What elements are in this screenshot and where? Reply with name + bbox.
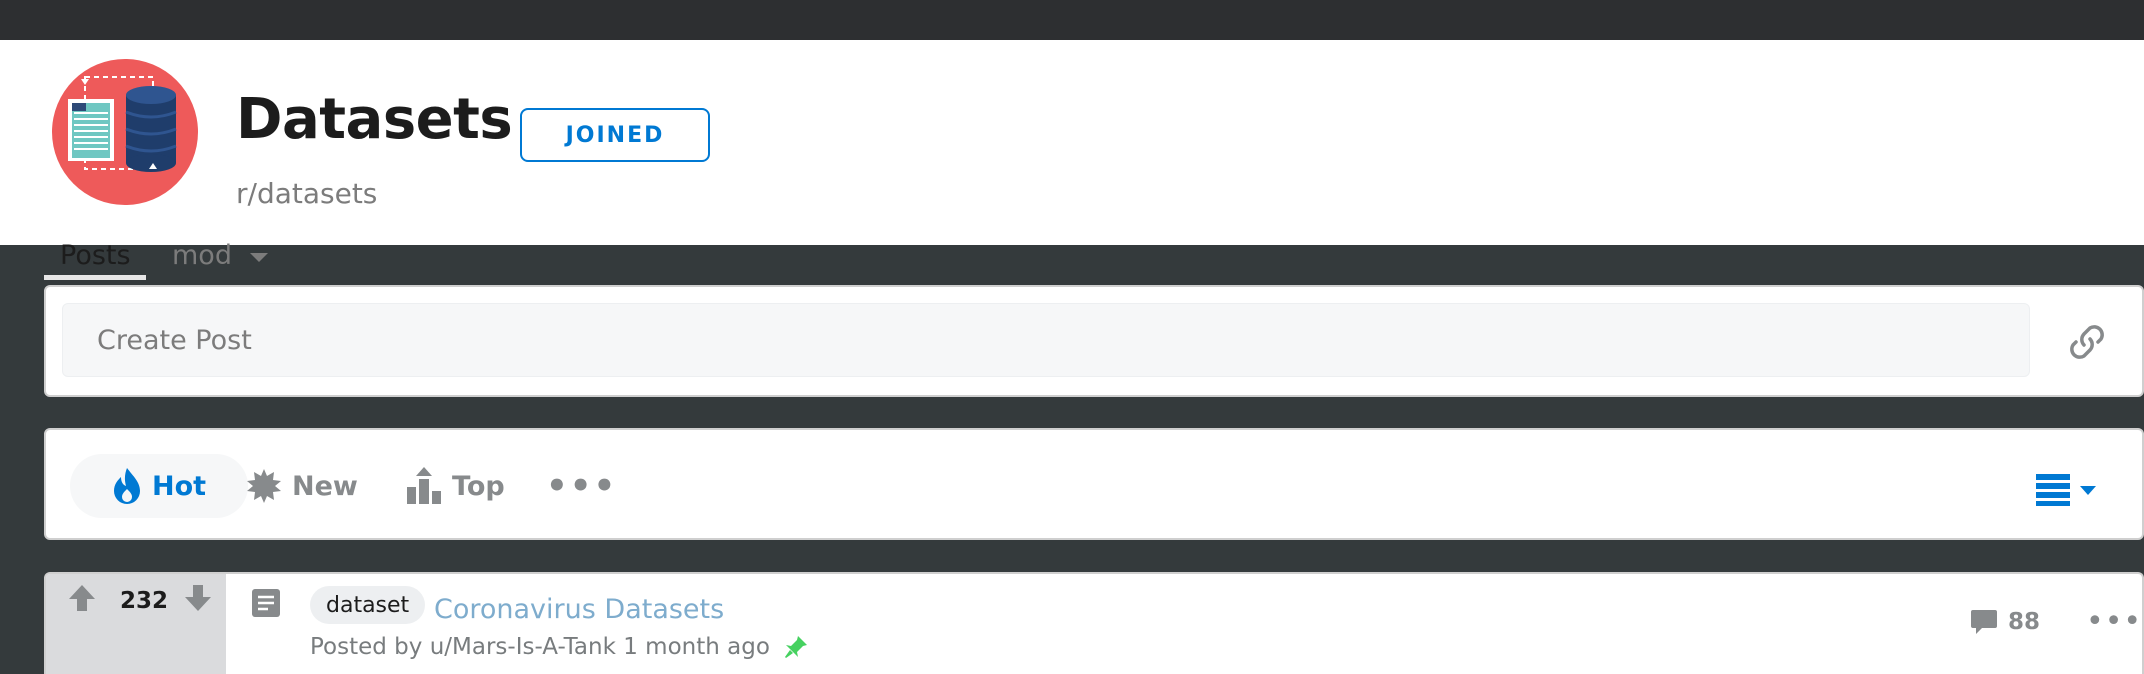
database-document-logo (68, 76, 177, 172)
sort-new-label: New (292, 470, 358, 502)
subreddit-header: Datasets JOINED r/datasets Posts mod (0, 40, 2144, 280)
top-chart-icon (407, 467, 441, 504)
downvote-icon[interactable] (184, 584, 212, 612)
post-meta-text: Posted by u/Mars-Is-A-Tank 1 month ago (310, 634, 770, 660)
create-post-card: Create Post (44, 285, 2144, 397)
comment-count: 88 (2008, 609, 2041, 635)
post-more-button[interactable]: ••• (2086, 604, 2142, 639)
post-card[interactable]: 232 dataset Coronavirus Datasets Posted … (44, 572, 2144, 674)
sort-hot-label: Hot (151, 470, 207, 502)
flame-icon (113, 468, 140, 504)
post-meta: Posted by u/Mars-Is-A-Tank 1 month ago (310, 634, 808, 660)
subreddit-title: Datasets (236, 87, 513, 152)
burst-icon (247, 469, 281, 503)
sort-top-label: Top (452, 470, 505, 502)
comment-icon (1971, 610, 1997, 634)
top-banner (0, 0, 2144, 40)
joined-button[interactable]: JOINED (520, 108, 710, 162)
upvote-icon[interactable] (68, 584, 96, 612)
text-post-icon (252, 589, 280, 617)
post-flair[interactable]: dataset (310, 586, 426, 624)
sort-new-button[interactable]: New (236, 454, 358, 518)
sort-more-button[interactable]: ••• (546, 454, 617, 532)
create-post-input[interactable]: Create Post (62, 303, 2030, 377)
sort-top-button[interactable]: Top (396, 454, 505, 518)
sort-bar: Hot New Top ••• (44, 428, 2144, 540)
vote-column: 232 (46, 574, 226, 674)
pin-icon (784, 636, 807, 658)
subreddit-avatar (45, 52, 205, 212)
tab-mod-label: mod (172, 240, 232, 271)
card-view-icon (2036, 474, 2070, 506)
chevron-down-icon (249, 253, 268, 262)
post-title[interactable]: Coronavirus Datasets (434, 594, 724, 625)
tab-mod[interactable]: mod (172, 242, 268, 269)
tab-posts[interactable]: Posts (60, 242, 131, 269)
comments-button[interactable]: 88 (1970, 608, 2040, 636)
view-switch-button[interactable] (2036, 470, 2116, 510)
vote-score: 232 (120, 588, 169, 614)
chevron-down-icon (2080, 485, 2096, 495)
link-icon[interactable] (2064, 319, 2110, 365)
subreddit-name: r/datasets (236, 177, 378, 210)
tab-posts-underline (44, 275, 146, 280)
sort-hot-button[interactable]: Hot (70, 454, 248, 518)
